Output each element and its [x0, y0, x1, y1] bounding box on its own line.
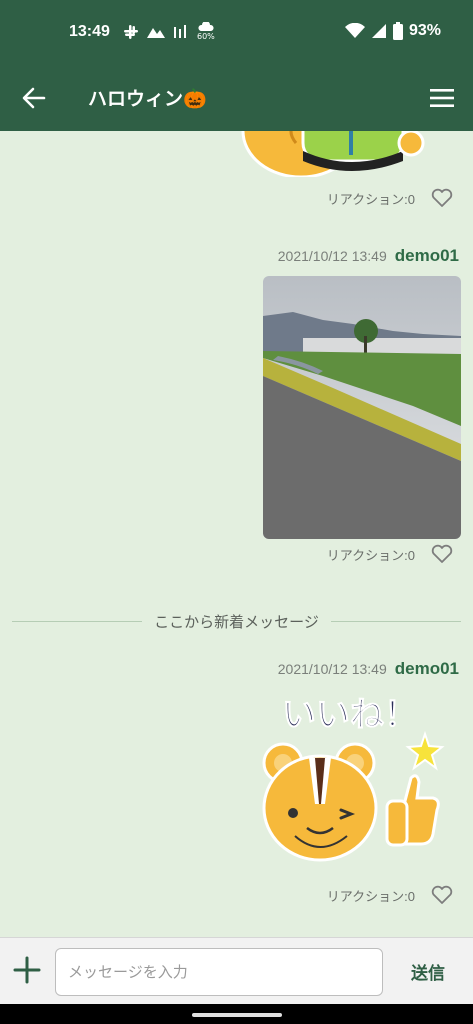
- message-header: 2021/10/12 13:49 demo01: [278, 659, 459, 679]
- top-bar: 13:49 60% 93% ハロウィン🎃: [0, 0, 473, 131]
- reaction-count: リアクション:0: [326, 191, 415, 207]
- message-username[interactable]: demo01: [395, 246, 459, 266]
- message-input-bar: 送信: [0, 937, 473, 1004]
- weather-icon: 60%: [197, 22, 215, 41]
- battery-icon: [392, 22, 403, 40]
- signal-bars-icon: [174, 24, 186, 38]
- divider-line: [12, 620, 143, 622]
- reaction-row: リアクション:0: [327, 885, 453, 905]
- weather-percent: 60%: [197, 32, 215, 41]
- back-arrow-icon[interactable]: [20, 84, 48, 112]
- reaction-count: リアクション:0: [326, 888, 415, 904]
- home-gesture-pill[interactable]: [192, 1013, 282, 1017]
- mountain-icon: [147, 27, 165, 38]
- sticker-text: いいね！: [282, 695, 418, 735]
- chat-area[interactable]: リアクション:0 2021/10/12 13:49 demo01 リアクション:…: [0, 131, 473, 937]
- add-attachment-icon[interactable]: [13, 956, 41, 984]
- heart-icon[interactable]: [431, 544, 453, 564]
- status-time: 13:49: [69, 23, 110, 40]
- send-button[interactable]: 送信: [398, 956, 458, 986]
- reaction-row: リアクション:0: [327, 188, 453, 208]
- iine-chipmunk-sticker[interactable]: いいね！: [255, 686, 445, 866]
- divider-line: [330, 620, 462, 622]
- system-icons: 93%: [344, 22, 441, 40]
- message-input[interactable]: [55, 948, 383, 996]
- cell-signal-icon: [371, 24, 386, 38]
- slack-icon: [124, 24, 138, 39]
- battery-percent: 93%: [408, 22, 441, 39]
- wifi-icon: [344, 23, 365, 38]
- message-username[interactable]: demo01: [395, 659, 459, 679]
- photo-message-image[interactable]: [263, 276, 461, 539]
- new-messages-divider: ここから新着メッセージ: [12, 611, 462, 631]
- message-date: 2021/10/12 13:49: [277, 248, 387, 264]
- page-title: ハロウィン🎃: [88, 88, 207, 110]
- reaction-count: リアクション:0: [326, 547, 415, 563]
- notification-icons: 60%: [123, 22, 215, 41]
- message-header: 2021/10/12 13:49 demo01: [278, 246, 459, 266]
- heart-icon[interactable]: [431, 188, 453, 208]
- hamburger-menu-icon[interactable]: [429, 86, 455, 110]
- status-bar: 13:49 60% 93%: [0, 0, 473, 66]
- heart-icon[interactable]: [431, 885, 453, 905]
- chipmunk-sticker-partial: [241, 131, 425, 177]
- system-nav-bar: [0, 1004, 473, 1024]
- divider-label: ここから新着メッセージ: [154, 612, 319, 631]
- message-date: 2021/10/12 13:49: [277, 661, 387, 677]
- reaction-row: リアクション:0: [327, 544, 453, 564]
- app-bar: ハロウィン🎃: [0, 66, 473, 131]
